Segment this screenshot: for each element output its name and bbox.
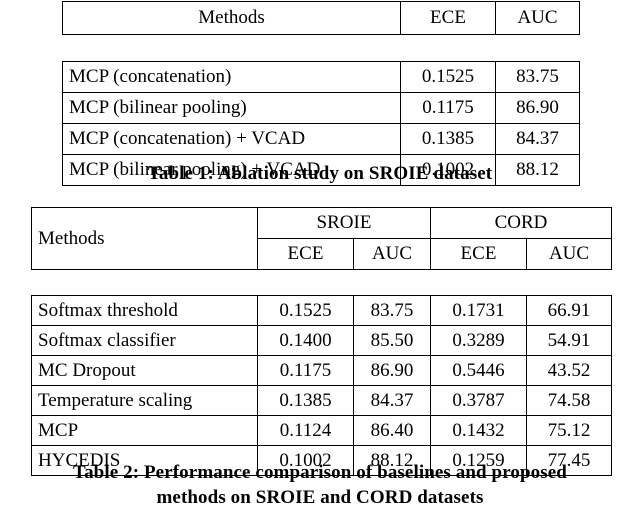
table2-cell-sroie-ece: 0.1124	[257, 415, 354, 446]
table2-row: MCP 0.1124 86.40 0.1432 75.12	[31, 415, 613, 446]
ablation-table: Methods ECE AUC MCP (concatenation) 0.15…	[62, 1, 580, 186]
table1-cell-method: MCP (concatenation) + VCAD	[62, 123, 401, 155]
table1-cell-auc: 83.75	[495, 61, 580, 93]
table2-group-header-row: Methods SROIE CORD	[31, 207, 613, 270]
table2-caption: Table 2: Performance comparison of basel…	[0, 460, 640, 510]
table2-cell-cord-ece: 0.3787	[430, 385, 527, 416]
table2-cell-cord-auc: 74.58	[525, 385, 613, 416]
table1-caption: Table 1: Ablation study on SROIE dataset	[147, 163, 493, 184]
table2-cell-sroie-ece: 0.1175	[257, 355, 354, 386]
table1-cell-ece: 0.1525	[400, 61, 496, 93]
table1-col-auc: AUC	[495, 1, 580, 35]
table2-header-body-gap	[31, 269, 612, 296]
table2-cell-cord-ece: 0.1432	[430, 415, 527, 446]
table1-row: MCP (concatenation) + VCAD 0.1385 84.37	[62, 123, 580, 155]
table2-cell-cord-auc: 43.52	[525, 355, 613, 386]
table1-row: MCP (concatenation) 0.1525 83.75	[62, 61, 580, 93]
table2-col-cord-ece: ECE	[430, 238, 527, 270]
table2-caption-line-2: methods on SROIE and CORD datasets	[156, 487, 484, 509]
table2-row: Temperature scaling 0.1385 84.37 0.3787 …	[31, 385, 613, 416]
table2-col-cord-auc: AUC	[525, 238, 613, 270]
table2-row: Softmax classifier 0.1400 85.50 0.3289 5…	[31, 325, 613, 356]
table2-cell-cord-ece: 0.3289	[430, 325, 527, 356]
table2-col-sroie-ece: ECE	[257, 238, 354, 270]
table2-cell-cord-ece: 0.5446	[430, 355, 527, 386]
table2-cell-method: Softmax threshold	[31, 295, 258, 326]
table2-cell-method: MCP	[31, 415, 258, 446]
comparison-table: Methods SROIE CORD ECE AUC ECE AUC Softm…	[31, 207, 613, 476]
table2-cell-cord-auc: 66.91	[525, 295, 613, 326]
table2-row: MC Dropout 0.1175 86.90 0.5446 43.52	[31, 355, 613, 386]
table2-cell-sroie-auc: 83.75	[353, 295, 431, 326]
table1-col-ece: ECE	[400, 1, 496, 35]
table1-col-methods: Methods	[62, 1, 401, 35]
table2-cell-method: MC Dropout	[31, 355, 258, 386]
table2-cell-cord-ece: 0.1731	[430, 295, 527, 326]
table2-cell-method: Temperature scaling	[31, 385, 258, 416]
table2-cell-sroie-auc: 86.90	[353, 355, 431, 386]
table1-header-body-gap	[62, 34, 580, 62]
table2-cell-sroie-auc: 84.37	[353, 385, 431, 416]
table2-cell-cord-auc: 75.12	[525, 415, 613, 446]
table2-row: Softmax threshold 0.1525 83.75 0.1731 66…	[31, 295, 613, 326]
table1-cell-ece: 0.1385	[400, 123, 496, 155]
table1-cell-auc: 86.90	[495, 92, 580, 124]
table2-cell-sroie-ece: 0.1400	[257, 325, 354, 356]
table1-cell-method: MCP (bilinear pooling)	[62, 92, 401, 124]
table2-cell-sroie-ece: 0.1525	[257, 295, 354, 326]
table2-cell-cord-auc: 54.91	[525, 325, 613, 356]
table2-cell-sroie-ece: 0.1385	[257, 385, 354, 416]
table1-row: MCP (bilinear pooling) 0.1175 86.90	[62, 92, 580, 124]
table2-col-methods: Methods	[31, 207, 258, 270]
table1-cell-method: MCP (concatenation)	[62, 61, 401, 93]
table1-header-row: Methods ECE AUC	[62, 1, 580, 35]
table1-cell-ece: 0.1175	[400, 92, 496, 124]
table2-group-cord: CORD	[429, 207, 613, 239]
table2-col-sroie-auc: AUC	[353, 238, 431, 270]
table2-cell-sroie-auc: 85.50	[353, 325, 431, 356]
table2-group-sroie: SROIE	[257, 207, 431, 239]
table2-caption-line-1: Table 2: Performance comparison of basel…	[73, 462, 567, 483]
table1-cell-auc: 84.37	[495, 123, 580, 155]
table2-cell-sroie-auc: 86.40	[353, 415, 431, 446]
table2-cell-method: Softmax classifier	[31, 325, 258, 356]
